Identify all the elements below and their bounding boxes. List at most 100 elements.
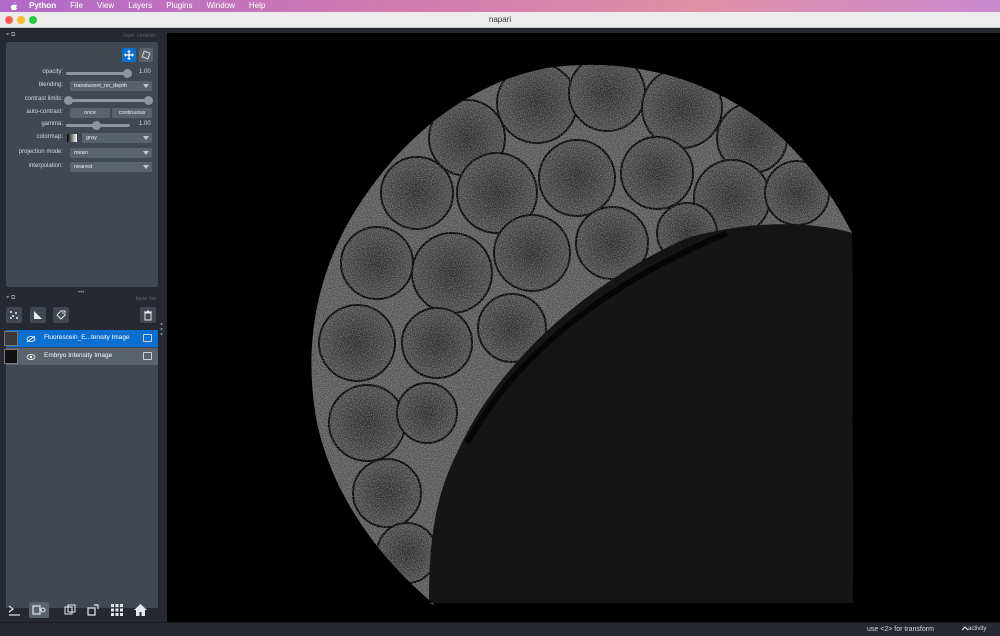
blending-row: blending: translucent_no_depth	[6, 80, 158, 92]
opacity-row: opacity: 1.00	[6, 67, 158, 79]
interpolation-label: interpolation:	[28, 163, 63, 169]
transform-mode-button[interactable]	[139, 48, 153, 62]
console-button[interactable]	[6, 602, 22, 618]
visibility-toggle[interactable]	[24, 333, 37, 344]
auto-contrast-label: auto-contrast:	[26, 109, 63, 115]
opacity-slider[interactable]	[66, 69, 132, 78]
layer-list-title: layer list	[135, 296, 156, 302]
layer-row-fluorescein[interactable]: Fluorescein_E...tensity Image	[4, 330, 158, 347]
menu-help[interactable]: Help	[249, 0, 265, 12]
chevron-down-icon	[143, 136, 149, 140]
pan-zoom-mode-button[interactable]	[122, 48, 136, 62]
projection-mode-label: projection mode:	[18, 149, 63, 155]
layer-controls-header: ⌖ ⧉ layer controls	[6, 31, 158, 41]
roll-dimensions-button[interactable]	[62, 602, 78, 618]
chevron-down-icon	[143, 84, 149, 88]
gamma-slider[interactable]	[66, 121, 130, 130]
menu-view[interactable]: View	[97, 0, 114, 12]
contrast-max-handle[interactable]	[144, 96, 153, 105]
tag-icon	[56, 310, 66, 320]
auto-contrast-row: auto-contrast: once continuous	[6, 107, 158, 119]
menu-layers[interactable]: Layers	[128, 0, 152, 12]
layer-list: Fluorescein_E...tensity Image Embryo Int…	[4, 330, 158, 608]
chevron-down-icon	[143, 165, 149, 169]
ndisplay-button[interactable]	[29, 602, 49, 618]
delete-layer-button[interactable]	[140, 307, 156, 323]
points-icon	[10, 311, 18, 319]
menu-plugins[interactable]: Plugins	[166, 0, 192, 12]
menu-window[interactable]: Window	[206, 0, 234, 12]
gamma-label: gamma:	[41, 121, 63, 127]
auto-contrast-continuous-button[interactable]: continuous	[112, 108, 152, 118]
menu-file[interactable]: File	[70, 0, 83, 12]
chevron-down-icon	[143, 151, 149, 155]
status-bar: use <2> for transform activity	[0, 622, 1000, 636]
new-points-layer-button[interactable]	[6, 307, 22, 323]
dock-float-icon[interactable]: ⌖ ⧉	[6, 32, 15, 39]
layer-thumbnail	[4, 331, 18, 346]
colormap-label: colormap:	[36, 134, 63, 140]
image-layer-icon	[143, 352, 152, 360]
blending-label: blending:	[38, 82, 63, 88]
reset-view-button[interactable]	[132, 602, 148, 618]
opacity-value: 1.00	[139, 69, 151, 75]
opacity-label: opacity:	[42, 69, 63, 75]
colormap-row: colormap: gray	[6, 132, 158, 144]
dock-resize-handle[interactable]	[160, 322, 163, 336]
image-layer-icon	[143, 334, 152, 342]
apple-icon[interactable]	[9, 1, 19, 11]
menu-python[interactable]: Python	[29, 0, 56, 12]
activity-button[interactable]: activity	[968, 626, 986, 632]
layer-controls-title: layer controls	[123, 33, 156, 39]
colormap-value: gray	[86, 135, 97, 141]
transpose-button[interactable]	[85, 602, 101, 618]
layer-controls-panel: opacity: 1.00 blending: translucent_no_d…	[6, 42, 158, 287]
window-titlebar: napari	[0, 12, 1000, 28]
move-icon	[124, 50, 134, 60]
image-canvas[interactable]	[167, 33, 1000, 622]
eye-closed-icon	[26, 335, 35, 342]
projection-mode-select[interactable]: mean	[70, 148, 152, 158]
close-window-button[interactable]	[5, 16, 13, 24]
interpolation-row: interpolation: nearest	[6, 161, 158, 173]
status-hint: use <2> for transform	[867, 626, 934, 633]
home-icon	[133, 604, 147, 616]
interpolation-select[interactable]: nearest	[70, 162, 152, 172]
projection-mode-value: mean	[74, 150, 88, 156]
blending-value: translucent_no_depth	[74, 83, 127, 89]
dock-float-icon[interactable]: ⌖ ⧉	[6, 295, 15, 302]
grid-view-button[interactable]	[109, 602, 125, 618]
colormap-select[interactable]: gray	[82, 133, 152, 143]
blending-select[interactable]: translucent_no_depth	[70, 81, 152, 91]
opacity-slider-handle[interactable]	[123, 69, 132, 78]
minimize-window-button[interactable]	[17, 16, 25, 24]
transform-icon	[141, 50, 151, 60]
gamma-slider-handle[interactable]	[92, 121, 101, 130]
terminal-icon	[8, 605, 20, 616]
contrast-row: contrast limits:	[6, 94, 158, 106]
viewer-buttons	[0, 600, 163, 622]
contrast-min-handle[interactable]	[64, 96, 73, 105]
new-shapes-layer-button[interactable]	[30, 307, 46, 323]
visibility-toggle[interactable]	[24, 351, 37, 362]
layer-list-header: ⌖ ⧉ layer list	[6, 294, 158, 304]
auto-contrast-once-button[interactable]: once	[70, 108, 110, 118]
projection-row: projection mode: mean	[6, 147, 158, 159]
transpose-icon	[87, 604, 99, 616]
layer-name[interactable]: Embryo Intensity Image	[44, 352, 112, 359]
window-title: napari	[488, 15, 512, 24]
layer-name[interactable]: Fluorescein_E...tensity Image	[44, 334, 130, 341]
shapes-icon	[34, 311, 42, 319]
embryo-image	[167, 33, 1000, 622]
grid-icon	[111, 604, 123, 616]
contrast-limits-label: contrast limits:	[24, 96, 63, 102]
roll-icon	[64, 604, 76, 615]
layer-row-embryo[interactable]: Embryo Intensity Image	[4, 348, 158, 365]
zoom-window-button[interactable]	[29, 16, 37, 24]
square-2d-icon	[32, 605, 46, 615]
layer-buttons	[6, 305, 158, 325]
trash-icon	[144, 310, 152, 320]
gamma-value: 1.00	[139, 121, 151, 127]
contrast-limits-slider[interactable]	[64, 96, 153, 105]
new-labels-layer-button[interactable]	[53, 307, 69, 323]
